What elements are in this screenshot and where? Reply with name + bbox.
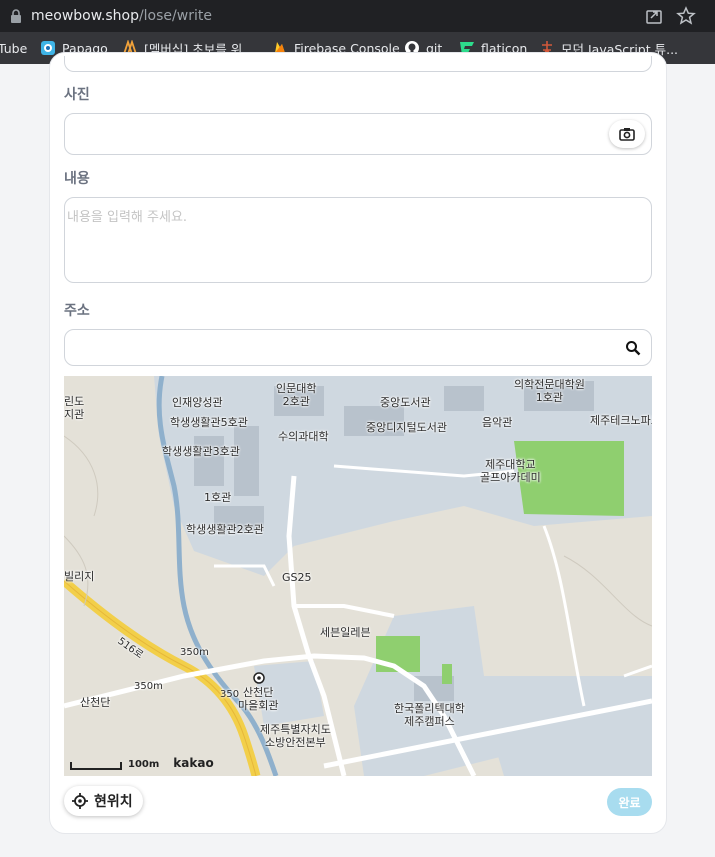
current-location-label: 현위치 bbox=[94, 794, 133, 810]
map-label: 중앙디지털도서관 bbox=[366, 421, 447, 434]
url-field[interactable]: meowbow.shop/lose/write bbox=[31, 8, 212, 24]
content-label: 내용 bbox=[64, 171, 90, 187]
map-label: 350m bbox=[180, 647, 209, 658]
map-label: 인재양성관 bbox=[172, 396, 223, 409]
map-label: 빌리지 bbox=[64, 570, 95, 583]
scale-bar bbox=[70, 762, 122, 770]
lock-icon bbox=[11, 9, 21, 23]
map-label: 인문대학 2호관 bbox=[276, 382, 317, 408]
map-label: GS25 bbox=[282, 571, 312, 584]
search-icon[interactable] bbox=[625, 340, 641, 356]
camera-button[interactable] bbox=[609, 120, 645, 148]
map-label: 수의과대학 bbox=[278, 430, 329, 443]
map-label: 350 bbox=[220, 689, 240, 700]
previous-input-field[interactable] bbox=[64, 56, 652, 72]
share-icon[interactable] bbox=[644, 6, 664, 26]
map-label: 세븐일레븐 bbox=[320, 626, 371, 639]
address-search-field[interactable] bbox=[64, 329, 652, 366]
map-label: 학생생활관5호관 bbox=[170, 416, 248, 429]
bookmark-star-icon[interactable] bbox=[676, 6, 696, 26]
map-view[interactable]: 인문대학 2호관 의학전문대학원 1호관 인재양성관 중앙도서관 학생생활관5호관 … bbox=[64, 376, 652, 776]
map-label: 의학전문대학원 1호관 bbox=[514, 378, 585, 404]
map-canvas bbox=[64, 376, 652, 776]
browser-address-bar: meowbow.shop/lose/write bbox=[0, 0, 715, 32]
map-label: 한국폴리텍대학 제주캠퍼스 bbox=[394, 702, 465, 728]
kakao-logo: kakao bbox=[173, 756, 214, 770]
map-label: 제주테크노파크 bbox=[590, 414, 652, 427]
map-label: 350m bbox=[134, 681, 163, 692]
map-scale: 100m kakao bbox=[70, 756, 214, 770]
photo-label: 사진 bbox=[64, 87, 90, 103]
map-label: 린도 지관 bbox=[64, 395, 85, 421]
map-label: 음악관 bbox=[482, 416, 513, 429]
photo-field[interactable] bbox=[64, 113, 652, 155]
map-label: 제주특별자치도 소방안전본부 bbox=[260, 723, 331, 749]
crosshair-icon bbox=[72, 793, 88, 809]
map-label: 산천단 bbox=[80, 696, 111, 709]
content-textarea[interactable]: 내용을 입력해 주세요. bbox=[64, 197, 652, 283]
papago-icon bbox=[41, 41, 55, 55]
done-button[interactable]: 완료 bbox=[607, 788, 652, 816]
map-label: 학생생활관2호관 bbox=[186, 523, 264, 536]
map-label: 중앙도서관 bbox=[380, 396, 431, 409]
map-label: 산천단 마을회관 bbox=[238, 686, 279, 712]
scale-text: 100m bbox=[128, 759, 160, 770]
camera-icon bbox=[619, 128, 635, 141]
map-label: 1호관 bbox=[204, 491, 232, 504]
map-label: 제주대학교 골프아카데미 bbox=[480, 458, 541, 484]
current-location-button[interactable]: 현위치 bbox=[64, 786, 143, 816]
address-label: 주소 bbox=[64, 303, 90, 319]
bookmark-youtube[interactable]: Tube bbox=[0, 32, 27, 64]
map-label: 학생생활관3호관 bbox=[162, 445, 240, 458]
